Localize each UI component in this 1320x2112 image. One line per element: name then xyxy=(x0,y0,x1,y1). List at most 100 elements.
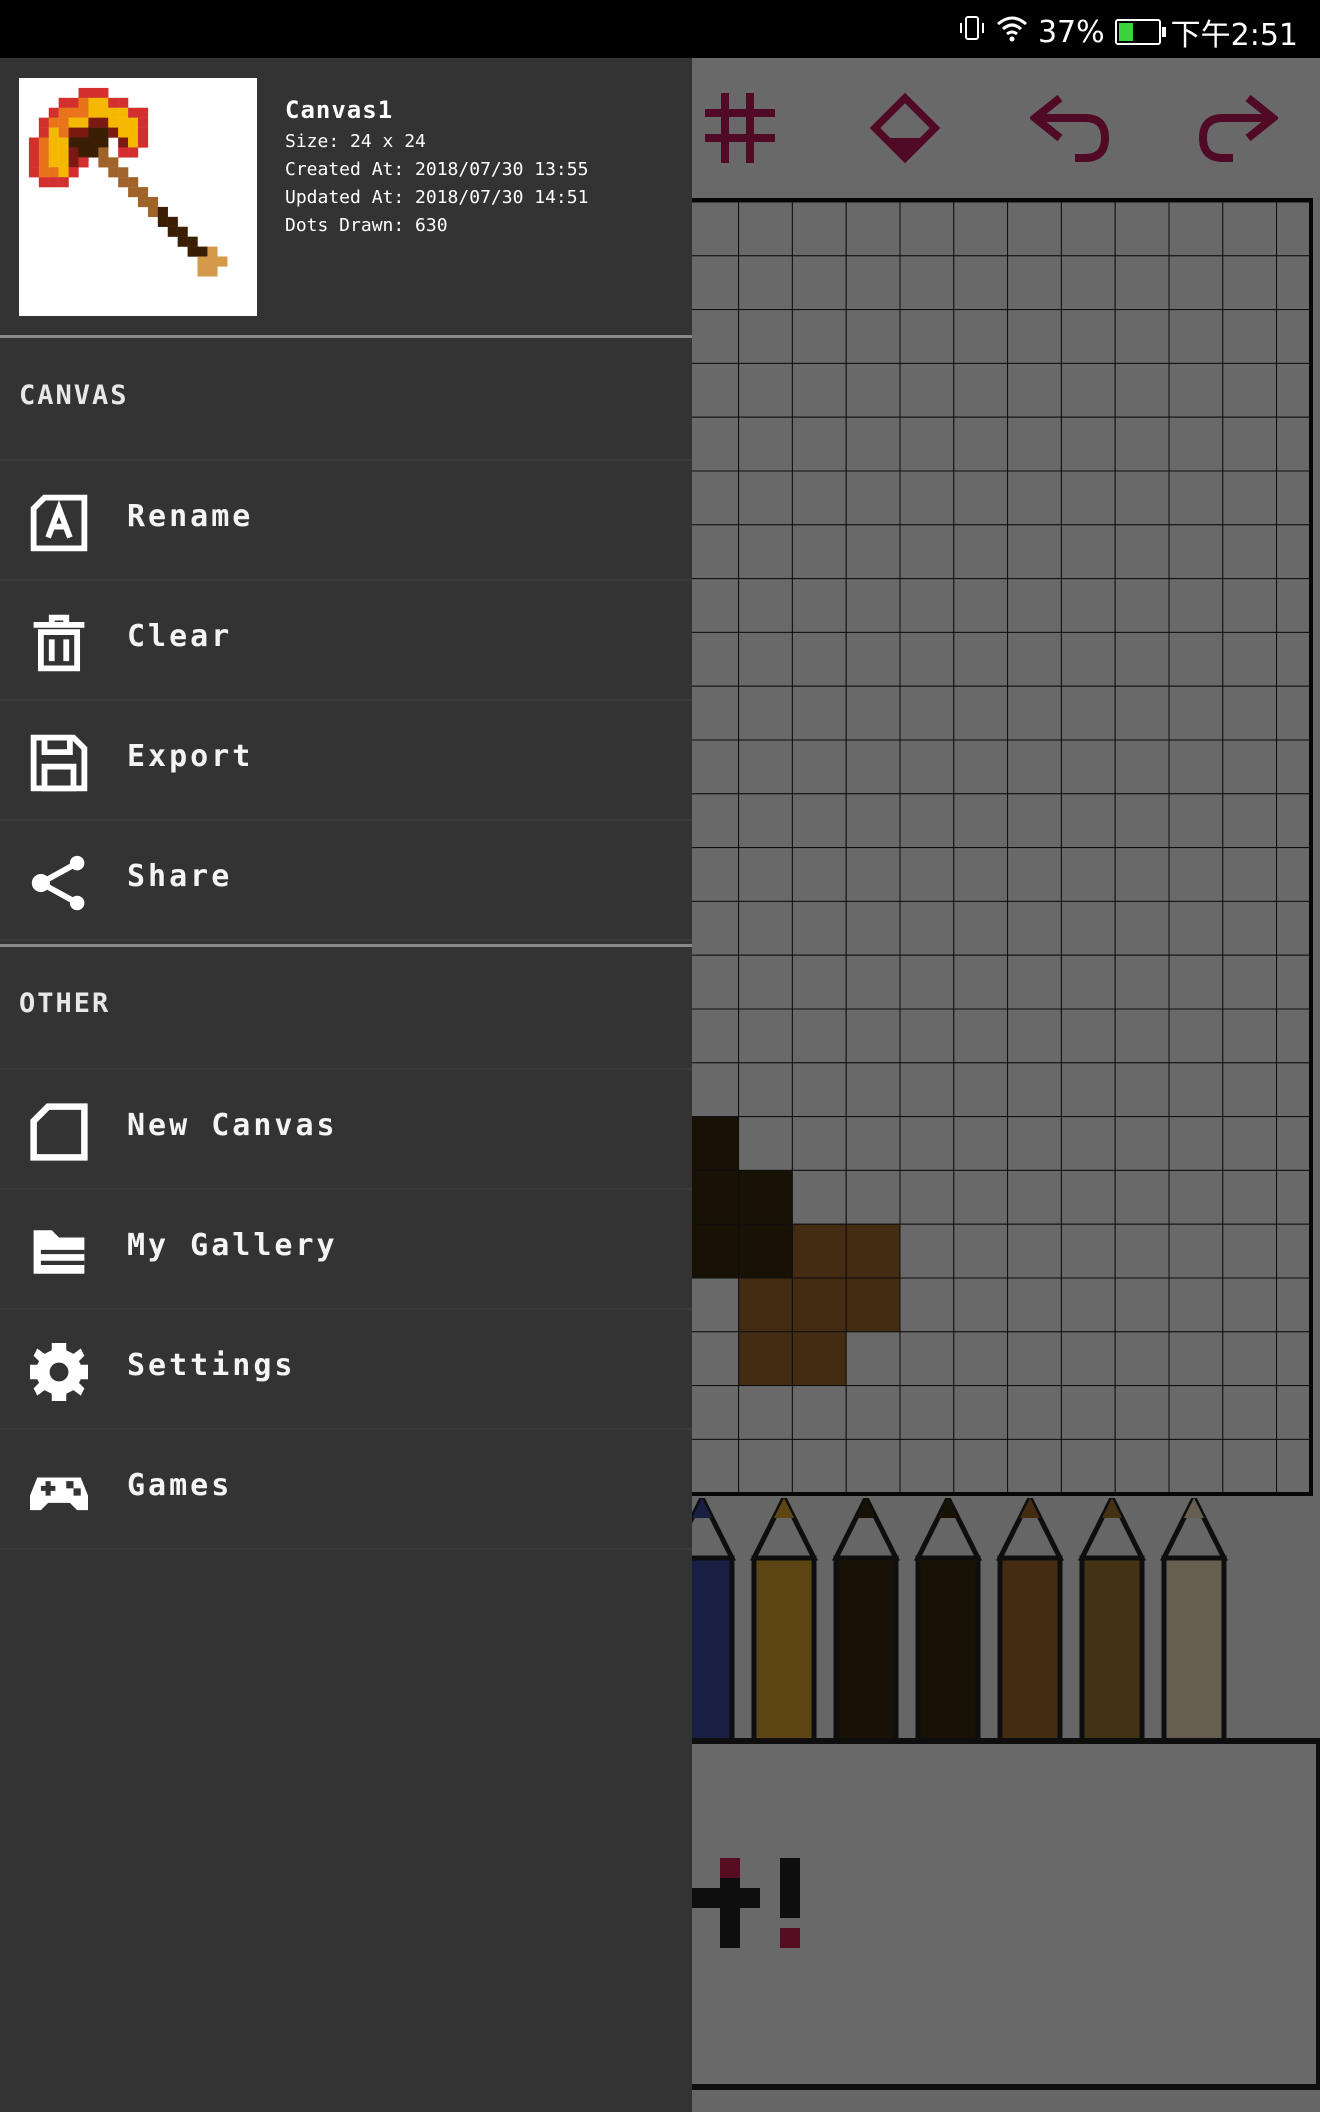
thumbnail-pixel xyxy=(28,167,40,178)
section-separator xyxy=(0,944,692,947)
thumbnail-pixel xyxy=(108,117,119,128)
thumbnail-pixel xyxy=(157,206,168,218)
menu-label: Rename xyxy=(127,499,254,534)
thumbnail-pixel xyxy=(118,127,129,138)
thumbnail-pixel xyxy=(147,197,159,208)
thumbnail-pixel xyxy=(98,127,109,138)
status-bar: 37% 下午2:51 xyxy=(0,0,1320,58)
thumbnail-pixel xyxy=(88,147,99,158)
thumbnail-pixel xyxy=(68,127,79,138)
thumbnail-pixel xyxy=(58,107,69,118)
thumbnail-pixel xyxy=(108,107,119,118)
canvas-size: Size: 24 x 24 xyxy=(285,131,426,152)
thumbnail-pixel xyxy=(108,127,119,138)
thumbnail-pixel xyxy=(78,147,89,158)
thumbnail-pixel xyxy=(38,147,49,158)
thumbnail-pixel xyxy=(58,157,69,168)
thumbnail-pixel xyxy=(38,167,49,178)
thumbnail-pixel xyxy=(98,157,109,168)
thumbnail-pixel xyxy=(98,97,109,108)
thumbnail-pixel xyxy=(108,167,119,178)
thumbnail-pixel xyxy=(118,137,129,148)
drawer-header: Canvas1 Size: 24 x 24 Created At: 2018/0… xyxy=(0,58,692,335)
section-canvas-label: CANVAS xyxy=(19,380,129,411)
thumbnail-pixel xyxy=(138,197,149,208)
menu-label: Clear xyxy=(127,619,233,654)
vibrate-icon xyxy=(958,14,986,50)
menu-item-settings[interactable]: Settings xyxy=(0,1310,692,1430)
wifi-icon xyxy=(996,14,1028,50)
thumbnail-pixel xyxy=(207,256,218,267)
thumbnail-pixel xyxy=(58,137,69,148)
thumbnail-pixel xyxy=(28,157,40,168)
thumbnail-pixel xyxy=(147,206,159,218)
thumbnail-pixel xyxy=(157,216,168,227)
canvas-dots: Dots Drawn: 630 xyxy=(285,215,448,236)
clock: 下午2:51 xyxy=(1170,18,1298,53)
menu-label: Games xyxy=(127,1468,233,1503)
thumbnail-pixel xyxy=(78,107,89,118)
thumbnail-pixel xyxy=(78,97,89,108)
thumbnail-pixel xyxy=(78,127,89,138)
thumbnail-pixel xyxy=(207,246,218,257)
menu-label: Share xyxy=(127,859,233,894)
thumbnail-pixel xyxy=(98,107,109,118)
battery-percent: 37% xyxy=(1037,14,1105,50)
thumbnail-pixel xyxy=(197,256,208,267)
thumbnail-pixel xyxy=(38,137,49,148)
thumbnail-pixel xyxy=(28,137,40,148)
canvas-thumbnail[interactable] xyxy=(19,78,257,316)
menu-item-new-canvas[interactable]: New Canvas xyxy=(0,1070,692,1190)
thumbnail-pixel xyxy=(108,157,119,168)
thumbnail-pixel xyxy=(48,157,59,168)
menu-item-games[interactable]: Games xyxy=(0,1430,692,1550)
menu-item-rename[interactable]: Rename xyxy=(0,461,692,581)
thumbnail-pixel xyxy=(128,177,139,188)
thumbnail-pixel xyxy=(28,147,40,158)
thumbnail-pixel xyxy=(48,177,59,188)
gear-icon xyxy=(30,1343,88,1401)
menu-item-clear[interactable]: Clear xyxy=(0,581,692,701)
thumbnail-pixel xyxy=(197,246,208,257)
thumbnail-pixel xyxy=(187,246,198,257)
thumbnail-pixel xyxy=(48,117,59,128)
thumbnail-pixel xyxy=(128,117,139,128)
menu-item-share[interactable]: Share xyxy=(0,821,692,941)
thumbnail-pixel xyxy=(78,87,89,99)
menu-label: My Gallery xyxy=(127,1228,338,1263)
navigation-drawer: Canvas1 Size: 24 x 24 Created At: 2018/0… xyxy=(0,58,692,2112)
thumbnail-pixel xyxy=(58,177,69,188)
thumbnail-pixel xyxy=(128,107,139,118)
thumbnail-pixel xyxy=(48,127,59,138)
gamepad-icon xyxy=(30,1477,88,1511)
thumbnail-pixel xyxy=(217,256,228,267)
thumbnail-pixel xyxy=(118,177,129,188)
thumbnail-pixel xyxy=(118,97,129,108)
menu-item-my-gallery[interactable]: My Gallery xyxy=(0,1190,692,1310)
thumbnail-pixel xyxy=(68,97,79,108)
thumbnail-pixel xyxy=(88,117,99,128)
thumbnail-pixel xyxy=(68,157,79,168)
canvas-created: Created At: 2018/07/30 13:55 xyxy=(285,159,589,180)
thumbnail-pixel xyxy=(58,167,69,178)
thumbnail-pixel xyxy=(48,107,59,118)
thumbnail-pixel xyxy=(88,127,99,138)
thumbnail-pixel xyxy=(167,216,178,227)
thumbnail-pixel xyxy=(167,226,178,237)
thumbnail-pixel xyxy=(138,117,149,128)
menu-label: Export xyxy=(127,739,254,774)
thumbnail-pixel xyxy=(68,107,79,118)
thumbnail-pixel xyxy=(38,127,49,138)
menu-item-export[interactable]: Export xyxy=(0,701,692,821)
thumbnail-pixel xyxy=(88,87,99,99)
thumbnail-pixel xyxy=(187,236,198,247)
new-canvas-icon xyxy=(30,1103,88,1161)
thumbnail-pixel xyxy=(48,167,59,178)
thumbnail-pixel xyxy=(58,127,69,138)
canvas-updated: Updated At: 2018/07/30 14:51 xyxy=(285,187,589,208)
thumbnail-pixel xyxy=(118,167,129,178)
thumbnail-pixel xyxy=(138,127,149,138)
thumbnail-pixel xyxy=(88,107,99,118)
thumbnail-pixel xyxy=(128,127,139,138)
thumbnail-pixel xyxy=(78,157,89,168)
